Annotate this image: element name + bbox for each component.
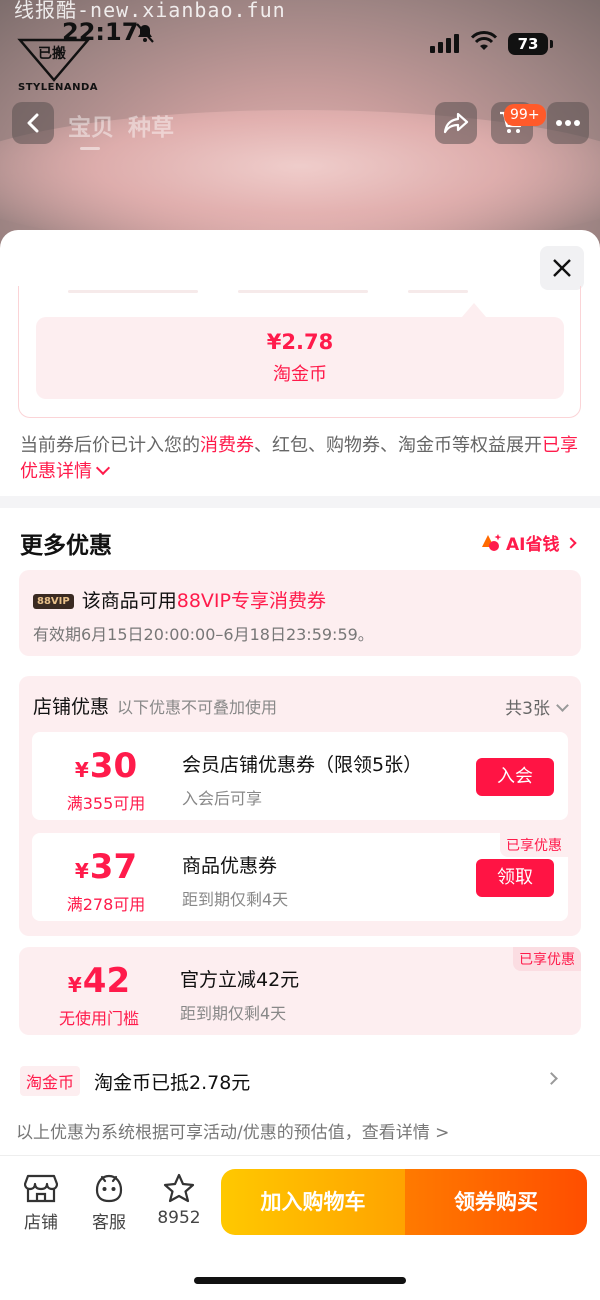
mute-bell-icon: [136, 23, 154, 43]
vip-title-prefix: 该商品可用: [81, 590, 177, 612]
service-label: 客服: [92, 1213, 126, 1233]
chevron-down-icon: [556, 699, 569, 712]
breakdown-pointer: [462, 303, 486, 317]
section-divider: [0, 496, 600, 508]
discount-sheet: ¥2.78 淘金币 当前券后价已计入您的消费券、红包、购物券、淘金币等权益展开已…: [0, 230, 600, 1300]
note-highlight: 消费券: [200, 435, 254, 456]
coupon-value: ¥30 满355可用: [32, 746, 180, 814]
coupon-title: 会员店铺优惠券（限领5张）: [182, 754, 423, 776]
tab-recommend[interactable]: 种草: [128, 108, 174, 142]
coupon-amount: 30: [89, 746, 138, 786]
price-breakdown-separators: [68, 290, 548, 296]
more-dots-icon: [556, 120, 580, 126]
store-offers-header: 店铺优惠 以下优惠不可叠加使用: [33, 692, 277, 719]
more-button[interactable]: [547, 102, 589, 144]
chevron-down-icon: [95, 460, 111, 476]
coupon-amount: 37: [89, 847, 138, 887]
coin-deduction-row[interactable]: 淘金币 淘金币已抵2.78元: [20, 1066, 580, 1096]
store-button[interactable]: 店铺: [11, 1172, 71, 1233]
favorites-count: 8952: [157, 1208, 201, 1228]
official-discount-card: 已享优惠 ¥42 无使用门槛 官方立减42元 距到期仅剩4天: [19, 947, 581, 1035]
customer-service-button[interactable]: 客服: [79, 1172, 139, 1233]
service-face-icon: [95, 1174, 123, 1203]
tab-product[interactable]: 宝贝: [68, 108, 114, 150]
vip-title: 88VIP 该商品可用88VIP专享消费券: [33, 586, 326, 613]
official-discount-content: ¥42 无使用门槛 官方立减42元 距到期仅剩4天: [19, 947, 581, 1035]
store-offers-subtitle: 以下优惠不可叠加使用: [117, 698, 278, 717]
store-offers-title: 店铺优惠: [33, 696, 110, 718]
coin-deduction-text: 淘金币已抵2.78元: [94, 1072, 251, 1094]
ai-save-label: AI省钱: [506, 535, 560, 555]
note-prefix: 当前券后价已计入您的: [20, 435, 200, 456]
brand-name: STYLENANDA: [18, 82, 98, 93]
vip-validity: 有效期6月15日20:00:00–6月18日23:59:59。: [33, 625, 374, 644]
note-suffix: 、红包、购物券、淘金币等权益展开: [254, 435, 542, 456]
coupon-subtitle: 距到期仅剩4天: [182, 890, 289, 909]
battery-indicator: 73: [508, 33, 553, 55]
close-icon: [553, 259, 571, 277]
coupon-currency: ¥: [74, 859, 89, 883]
benefit-note: 当前券后价已计入您的消费券、红包、购物券、淘金币等权益展开已享优惠详情: [20, 433, 580, 485]
back-button[interactable]: [12, 102, 54, 144]
join-member-button[interactable]: 入会: [476, 758, 554, 796]
claim-coupon-button[interactable]: 领取: [476, 859, 554, 897]
nav-tabs: 宝贝 种草: [68, 108, 174, 150]
watermark: 线报酷-new.xianbao.fun: [14, 0, 286, 22]
share-icon: [443, 112, 469, 134]
coupon-title: 商品优惠券: [182, 855, 278, 877]
add-to-cart-button[interactable]: 加入购物车: [221, 1169, 405, 1235]
wifi-icon: [470, 31, 498, 50]
share-button[interactable]: [435, 102, 477, 144]
discount-title: 官方立减42元: [180, 969, 300, 991]
chevron-right-icon: [565, 536, 578, 549]
vip-coupon-card[interactable]: 88VIP 该商品可用88VIP专享消费券 有效期6月15日20:00:00–6月…: [19, 570, 581, 656]
favorite-button[interactable]: 8952: [149, 1172, 209, 1228]
store-icon: [24, 1174, 58, 1203]
coupon-subtitle: 入会后可享: [182, 789, 263, 808]
ai-sparkle-icon: [482, 533, 502, 551]
coupon-condition: 满355可用: [66, 794, 146, 813]
discount-currency: ¥: [67, 973, 82, 997]
cart-count-badge: 99+: [504, 104, 546, 126]
discount-condition: 无使用门槛: [58, 1009, 139, 1028]
discount-value: ¥42 无使用门槛: [19, 961, 179, 1029]
coupon-product: 已享优惠 ¥37 满278可用 商品优惠券 距到期仅剩4天 领取: [32, 833, 568, 921]
store-offers-card: 店铺优惠 以下优惠不可叠加使用 共3张 ¥30 满355可用 会员店铺优惠券（限领…: [19, 676, 581, 936]
coin-label: 淘金币: [273, 364, 327, 385]
brand-logo: 已搬 STYLENANDA: [14, 36, 98, 94]
logo-triangle-icon: 已搬: [17, 38, 91, 82]
close-button[interactable]: [540, 246, 584, 290]
vip-title-highlight: 88VIP专享消费券: [176, 590, 326, 612]
discount-subtitle: 距到期仅剩4天: [180, 1004, 287, 1023]
claim-and-buy-button[interactable]: 领券购买: [405, 1169, 587, 1235]
coupon-currency: ¥: [74, 758, 89, 782]
star-icon: [163, 1173, 195, 1203]
estimate-footnote[interactable]: 以上优惠为系统根据可享活动/优惠的预估值，查看详情 >: [16, 1118, 449, 1143]
signal-icon: [430, 34, 459, 53]
chevron-right-icon: [545, 1072, 558, 1085]
coin-amount: ¥2.78: [266, 330, 334, 354]
store-label: 店铺: [24, 1213, 58, 1233]
coupon-count-label: 共3张: [505, 699, 550, 719]
coin-tag: 淘金币: [20, 1066, 81, 1096]
bottom-action-bar: 店铺 客服 8952 加入购物车 领券购买: [0, 1155, 600, 1300]
svg-text:已搬: 已搬: [38, 45, 66, 62]
ai-save-link[interactable]: AI省钱: [480, 530, 578, 555]
vip-badge-icon: 88VIP: [33, 594, 74, 609]
coin-price-box: ¥2.78 淘金币: [36, 317, 564, 399]
home-indicator: [194, 1277, 406, 1284]
chevron-left-icon: [27, 113, 39, 133]
enjoyed-badge: 已享优惠: [500, 833, 568, 857]
coupon-member-store: ¥30 满355可用 会员店铺优惠券（限领5张） 入会后可享 入会: [32, 732, 568, 820]
more-offers-title: 更多优惠: [20, 533, 112, 559]
coupon-value: ¥37 满278可用: [32, 847, 180, 915]
store-coupon-count[interactable]: 共3张: [505, 694, 569, 719]
coupon-condition: 满278可用: [66, 895, 146, 914]
discount-amount: 42: [82, 961, 131, 1001]
